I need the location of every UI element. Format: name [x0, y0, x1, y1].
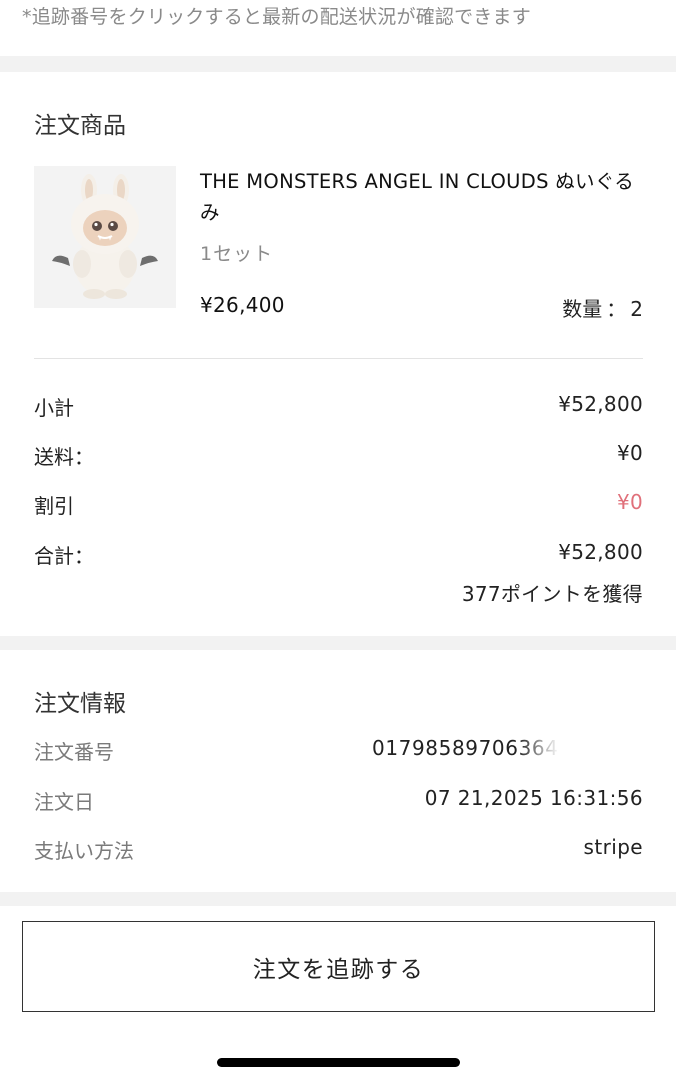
track-order-button[interactable]: 注文を追跡する [22, 921, 655, 1012]
product-variant: 1セット [200, 243, 274, 265]
total-label: 合計： [34, 544, 94, 568]
total-value: ¥52,800 [558, 540, 643, 564]
ordered-items-title: 注文商品 [34, 113, 126, 139]
payment-method-label: 支払い方法 [34, 839, 134, 863]
order-number-value: 01798589706364 [372, 736, 559, 760]
section-gap [0, 636, 676, 650]
discount-label: 割引 [34, 494, 74, 518]
discount-value: ¥0 [616, 490, 643, 514]
payment-method-value: stripe [583, 835, 643, 859]
order-info-title: 注文情報 [34, 691, 126, 717]
product-image[interactable] [34, 166, 176, 308]
product-name[interactable]: THE MONSTERS ANGEL IN CLOUDS ぬいぐるみ [200, 166, 646, 228]
home-indicator[interactable] [217, 1058, 460, 1067]
tracking-note: *追跡番号をクリックすると最新の配送状況が確認できます [22, 6, 531, 28]
subtotal-label: 小計 [34, 396, 74, 420]
order-date-label: 注文日 [34, 790, 94, 814]
quantity-separator: ： [606, 297, 627, 321]
order-number-label: 注文番号 [34, 740, 114, 764]
points-earned: 377ポイントを獲得 [461, 582, 643, 606]
order-date-value: 07 21,2025 16:31:56 [424, 786, 643, 810]
order-detail-page: *追跡番号をクリックすると最新の配送状況が確認できます 注文商品 THE MON… [0, 0, 676, 1080]
quantity-value: 2 [630, 297, 643, 321]
divider [34, 358, 643, 359]
quantity-label: 数量 [562, 297, 603, 321]
plush-figure-image [52, 174, 158, 299]
shipping-value: ¥0 [616, 441, 643, 465]
product-quantity: 数量： 2 [562, 293, 643, 322]
product-price: ¥26,400 [200, 293, 285, 317]
section-gap [0, 892, 676, 906]
subtotal-value: ¥52,800 [558, 392, 643, 416]
section-gap [0, 56, 676, 72]
shipping-label: 送料： [34, 445, 94, 469]
